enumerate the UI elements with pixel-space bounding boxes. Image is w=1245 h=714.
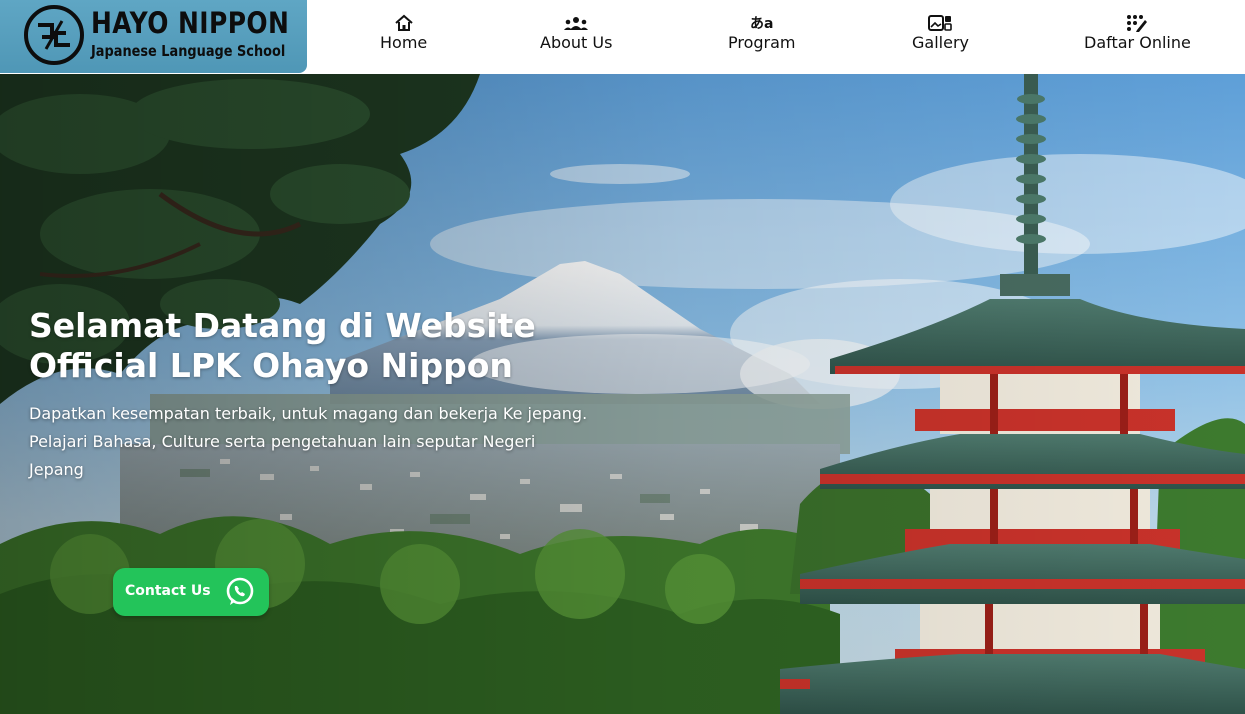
nav-about-us[interactable]: About Us: [540, 14, 612, 52]
nav-about-us-label: About Us: [540, 33, 613, 52]
logo-emblem-icon: [24, 5, 84, 65]
hero-title: Selamat Datang di Website Official LPK O…: [29, 306, 536, 385]
nav-program[interactable]: あa Program: [728, 14, 796, 52]
hero-description: Dapatkan kesempatan terbaik, untuk magan…: [29, 404, 588, 479]
home-icon: [394, 14, 414, 32]
hero-section: Selamat Datang di Website Official LPK O…: [0, 74, 1245, 714]
nav-daftar-online[interactable]: Daftar Online: [1084, 14, 1191, 52]
nav-program-label: Program: [728, 33, 796, 52]
contact-us-label: Contact Us: [125, 583, 211, 599]
whatsapp-icon: [226, 577, 254, 605]
nav-home[interactable]: Home: [380, 14, 427, 52]
gallery-icon: [928, 14, 953, 32]
hero-background-image: [0, 74, 1245, 714]
logo[interactable]: HAYO NIPPON Japanese Language School: [0, 0, 307, 73]
nav-gallery[interactable]: Gallery: [912, 14, 969, 52]
nav-gallery-label: Gallery: [912, 33, 969, 52]
brand-tagline: Japanese Language School: [91, 42, 286, 60]
brand-name: HAYO NIPPON: [91, 6, 290, 40]
register-icon: [1126, 14, 1148, 32]
nav-daftar-online-label: Daftar Online: [1084, 33, 1191, 52]
nav-home-label: Home: [380, 33, 428, 52]
site-header: HAYO NIPPON Japanese Language School Hom…: [0, 0, 1245, 74]
contact-us-button[interactable]: Contact Us: [113, 568, 269, 616]
language-icon: あa: [750, 16, 774, 32]
users-icon: [563, 14, 589, 32]
